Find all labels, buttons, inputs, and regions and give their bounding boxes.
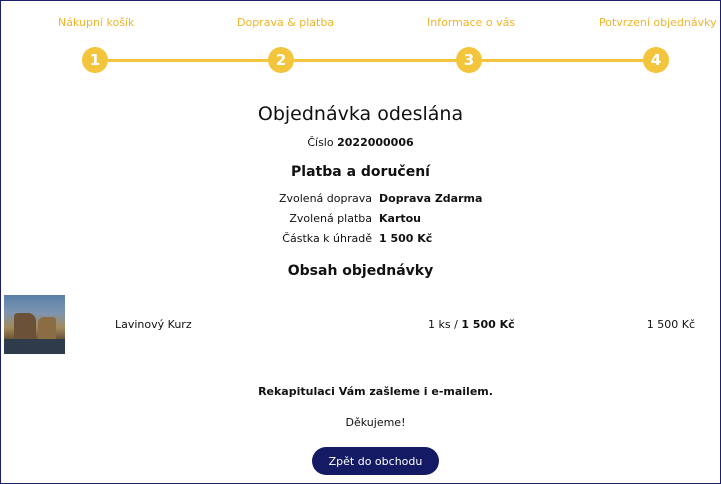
back-to-shop-button[interactable]: Zpět do obchodu	[312, 447, 439, 475]
product-quantity: 1 ks	[428, 318, 451, 331]
product-name[interactable]: Lavinový Kurz	[115, 318, 192, 331]
payment-method-row: Zvolená platba Kartou	[0, 212, 721, 228]
step-circle-4[interactable]: 4	[643, 47, 669, 73]
product-thumbnail[interactable]	[4, 295, 65, 354]
step-circle-2[interactable]: 2	[268, 47, 294, 73]
order-number-label: Číslo	[307, 136, 334, 149]
step-connector	[108, 59, 270, 62]
product-quantity-price: 1 ks / 1 500 Kč	[428, 318, 515, 331]
step-label-shipping[interactable]: Doprava & platba	[237, 16, 334, 29]
shipping-value: Doprava Zdarma	[379, 192, 483, 205]
checkout-stepper: Nákupní košík Doprava & platba Informace…	[0, 0, 721, 80]
quantity-separator: /	[454, 318, 458, 331]
shipping-label: Zvolená doprava	[278, 192, 372, 205]
product-line-total: 1 500 Kč	[646, 318, 695, 331]
amount-due-value: 1 500 Kč	[379, 232, 433, 245]
step-label-confirmation[interactable]: Potvrzení objednávky	[599, 16, 717, 29]
step-label-info[interactable]: Informace o vás	[427, 16, 515, 29]
step-label-cart[interactable]: Nákupní košík	[58, 16, 134, 29]
product-unit-price: 1 500 Kč	[461, 318, 515, 331]
order-contents-heading: Obsah objednávky	[287, 263, 434, 279]
shipping-row: Zvolená doprava Doprava Zdarma	[0, 192, 721, 208]
step-connector	[294, 59, 456, 62]
page-title: Objednávka odeslána	[257, 103, 464, 125]
amount-due-label: Částka k úhradě	[282, 232, 372, 245]
payment-method-value: Kartou	[379, 212, 422, 225]
order-number-value: 2022000006	[337, 136, 414, 149]
step-circle-1[interactable]: 1	[82, 47, 108, 73]
order-number: Číslo 2022000006	[0, 136, 721, 149]
payment-method-label: Zvolená platba	[289, 212, 372, 225]
payment-heading: Platba a doručení	[291, 164, 430, 180]
recap-notice: Rekapitulaci Vám zašleme i e-mailem.	[258, 385, 493, 398]
step-circle-3[interactable]: 3	[456, 47, 482, 73]
step-connector	[482, 59, 644, 62]
amount-due-row: Částka k úhradě 1 500 Kč	[0, 232, 721, 248]
thanks-message: Děkujeme!	[345, 416, 406, 429]
